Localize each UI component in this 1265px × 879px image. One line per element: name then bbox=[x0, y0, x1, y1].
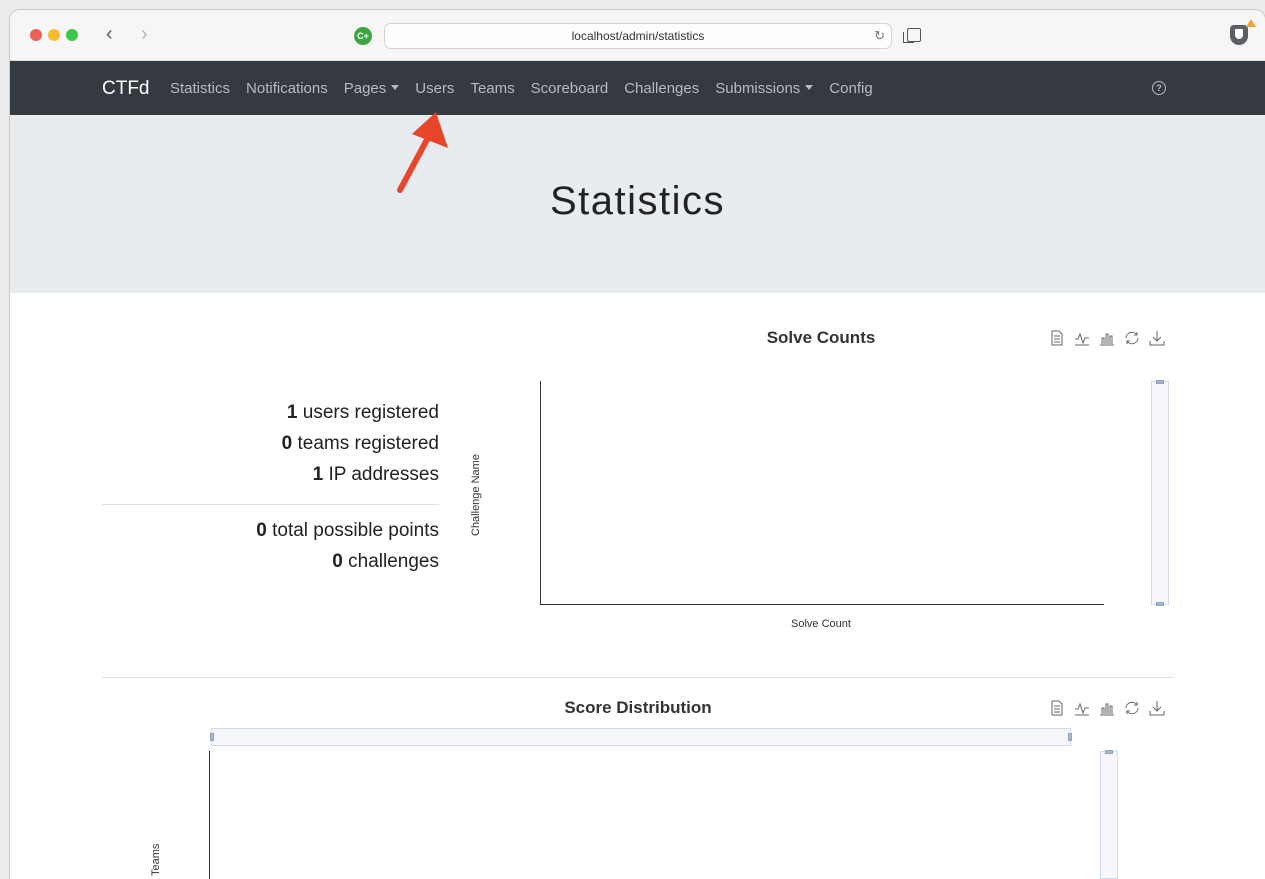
solve-counts-zoom-slider[interactable] bbox=[1151, 380, 1169, 606]
browser-toolbar: ‹ › C+ localhost/admin/statistics ↻ bbox=[10, 10, 1265, 61]
admin-navbar: CTFd Statistics Notifications Pages User… bbox=[10, 61, 1265, 115]
download-icon[interactable] bbox=[1149, 330, 1165, 346]
score-distribution-ylabel: Teams bbox=[150, 843, 162, 876]
stat-points: 0 total possible points bbox=[102, 520, 439, 551]
tab-overview-icon[interactable] bbox=[903, 28, 921, 43]
url-text: localhost/admin/statistics bbox=[571, 29, 705, 43]
score-distribution-toolbox bbox=[1049, 700, 1165, 716]
nav-item-teams[interactable]: Teams bbox=[470, 80, 514, 97]
stat-points-label: total possible points bbox=[266, 520, 439, 541]
stats-divider bbox=[102, 504, 439, 505]
score-distribution-zoom-slider[interactable] bbox=[210, 728, 1072, 746]
nav-item-scoreboard[interactable]: Scoreboard bbox=[531, 80, 609, 97]
nav-item-statistics[interactable]: Statistics bbox=[170, 80, 230, 97]
minimize-window-button[interactable] bbox=[48, 29, 60, 41]
solve-counts-x-axis bbox=[540, 604, 1104, 605]
stat-teams: 0 teams registered bbox=[102, 433, 439, 464]
line-chart-icon[interactable] bbox=[1074, 700, 1090, 716]
stat-ips-count: 1 bbox=[312, 464, 324, 485]
score-distribution-title: Score Distribution bbox=[564, 698, 712, 717]
close-window-button[interactable] bbox=[30, 29, 42, 41]
stats-challenges: 0 total possible points 0 challenges bbox=[102, 520, 439, 582]
forward-arrow-icon[interactable]: › bbox=[141, 24, 148, 44]
back-arrow-icon[interactable]: ‹ bbox=[106, 24, 113, 44]
solve-counts-toolbox bbox=[1049, 330, 1165, 346]
score-distribution-y-axis bbox=[209, 751, 210, 879]
page-title: Statistics bbox=[549, 179, 726, 223]
nav-item-notifications[interactable]: Notifications bbox=[246, 80, 328, 97]
solve-counts-ylabel: Challenge Name bbox=[470, 454, 482, 536]
bar-chart-icon[interactable] bbox=[1099, 330, 1115, 346]
stat-challenges-label: challenges bbox=[342, 551, 439, 572]
site-favicon-icon: C+ bbox=[354, 27, 372, 45]
nav-item-users[interactable]: Users bbox=[415, 80, 454, 97]
solve-counts-title: Solve Counts bbox=[766, 328, 876, 347]
stat-teams-label: teams registered bbox=[292, 433, 439, 454]
restore-icon[interactable] bbox=[1124, 330, 1140, 346]
stat-users: 1 users registered bbox=[102, 402, 439, 433]
reload-icon[interactable]: ↻ bbox=[874, 28, 885, 44]
zoom-handle-top[interactable] bbox=[1105, 750, 1113, 754]
nav-item-submissions[interactable]: Submissions bbox=[715, 80, 813, 97]
stats-summary: 1 users registered 0 teams registered 1 … bbox=[102, 402, 439, 495]
browser-window: ‹ › C+ localhost/admin/statistics ↻ CTFd… bbox=[10, 10, 1265, 879]
nav-item-challenges[interactable]: Challenges bbox=[624, 80, 699, 97]
stat-challenges: 0 challenges bbox=[102, 551, 439, 582]
zoom-handle-bottom[interactable] bbox=[1156, 602, 1164, 606]
score-distribution-vzoom-slider[interactable] bbox=[1100, 750, 1118, 879]
shield-extension-icon[interactable] bbox=[1230, 25, 1248, 45]
restore-icon[interactable] bbox=[1124, 700, 1140, 716]
bar-chart-icon[interactable] bbox=[1099, 700, 1115, 716]
stat-ips: 1 IP addresses bbox=[102, 464, 439, 495]
address-bar[interactable]: localhost/admin/statistics ↻ bbox=[384, 23, 892, 49]
solve-counts-y-axis bbox=[540, 381, 541, 605]
maximize-window-button[interactable] bbox=[66, 29, 78, 41]
stat-users-count: 1 bbox=[286, 402, 298, 423]
annotation-arrow-icon bbox=[397, 112, 448, 193]
page-header: Statistics bbox=[10, 115, 1265, 293]
stat-ips-label: IP addresses bbox=[323, 464, 439, 485]
stat-challenges-count: 0 bbox=[332, 551, 343, 572]
nav-links: Statistics Notifications Pages Users Tea… bbox=[170, 80, 889, 97]
download-icon[interactable] bbox=[1149, 700, 1165, 716]
zoom-handle-right[interactable] bbox=[1068, 733, 1072, 741]
data-view-icon[interactable] bbox=[1049, 700, 1065, 716]
zoom-handle-left[interactable] bbox=[210, 733, 214, 741]
section-divider bbox=[102, 677, 1174, 678]
stat-users-label: users registered bbox=[297, 402, 439, 423]
nav-item-config[interactable]: Config bbox=[829, 80, 872, 97]
solve-counts-xlabel: Solve Count bbox=[791, 618, 851, 630]
data-view-icon[interactable] bbox=[1049, 330, 1065, 346]
stat-points-count: 0 bbox=[256, 520, 267, 541]
stat-teams-count: 0 bbox=[281, 433, 293, 454]
line-chart-icon[interactable] bbox=[1074, 330, 1090, 346]
brand-logo[interactable]: CTFd bbox=[102, 78, 150, 100]
zoom-handle-top[interactable] bbox=[1156, 380, 1164, 384]
help-icon[interactable]: ? bbox=[1152, 81, 1166, 95]
warning-badge-icon bbox=[1246, 19, 1256, 27]
nav-item-pages[interactable]: Pages bbox=[344, 80, 400, 97]
